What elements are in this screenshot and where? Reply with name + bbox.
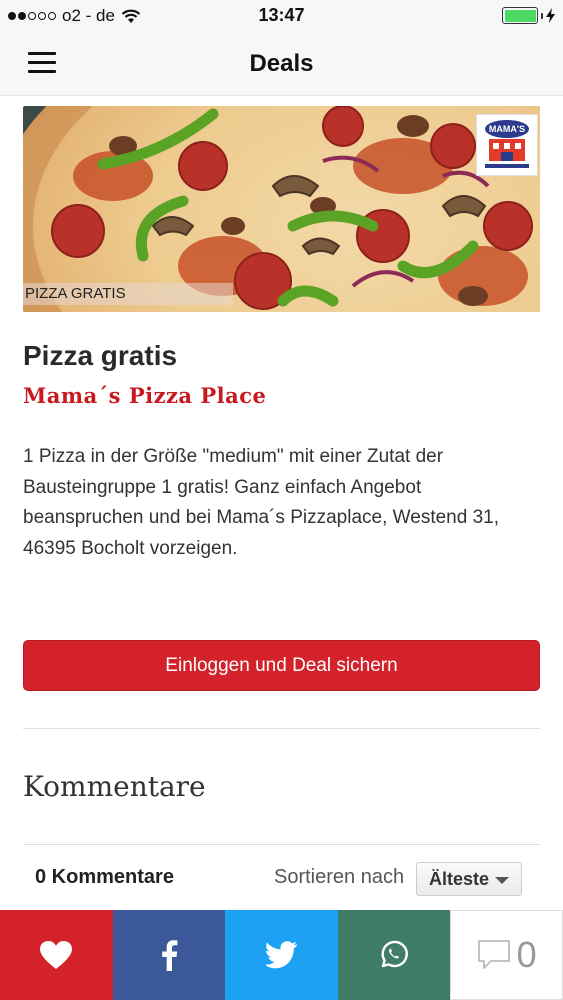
sort-label: Sortieren nach <box>274 866 405 888</box>
divider <box>23 844 540 845</box>
deal-description: 1 Pizza in der Größe "medium" mit einer … <box>23 446 499 559</box>
comments-section-title: Kommentare <box>23 770 206 803</box>
status-bar-right <box>502 7 555 24</box>
sort-select[interactable]: Älteste <box>416 862 522 896</box>
facebook-share-button[interactable] <box>112 910 226 1000</box>
share-bar: 0 <box>0 910 563 1000</box>
whatsapp-share-button[interactable] <box>337 910 451 1000</box>
status-bar: o2 - de 13:47 <box>0 0 563 32</box>
merchant-name[interactable]: Mama´s Pizza Place <box>23 383 266 408</box>
svg-text:MAMA'S: MAMA'S <box>489 124 525 134</box>
like-button[interactable] <box>0 910 113 1000</box>
twitter-icon <box>265 941 298 969</box>
pizza-image <box>23 106 540 312</box>
clock: 13:47 <box>258 5 305 25</box>
login-and-claim-deal-button[interactable]: Einloggen und Deal sichern <box>23 640 540 691</box>
whatsapp-icon <box>381 940 409 968</box>
page-title: Deals <box>249 50 314 77</box>
deal-title: Pizza gratis <box>23 340 178 371</box>
hero-caption: PIZZA GRATIS <box>23 283 233 305</box>
twitter-share-button[interactable] <box>225 910 338 1000</box>
comments-count-badge: 0 <box>516 934 537 975</box>
deal-hero-image: PIZZA GRATIS MAMA'S <box>23 106 540 312</box>
comment-bubble-icon <box>477 940 510 969</box>
sort-selected-value: Älteste <box>429 869 490 889</box>
facebook-icon <box>162 940 178 971</box>
chevron-down-icon <box>495 877 509 884</box>
comments-button[interactable]: 0 <box>450 910 563 1000</box>
comments-count: 0 Kommentare <box>35 866 174 888</box>
battery-icon <box>502 7 538 24</box>
nav-bar: Deals <box>0 32 563 96</box>
charging-bolt-icon <box>546 8 555 23</box>
mamas-pizza-place-logo: MAMA'S <box>476 114 538 176</box>
divider <box>23 728 540 729</box>
heart-icon <box>40 941 73 969</box>
